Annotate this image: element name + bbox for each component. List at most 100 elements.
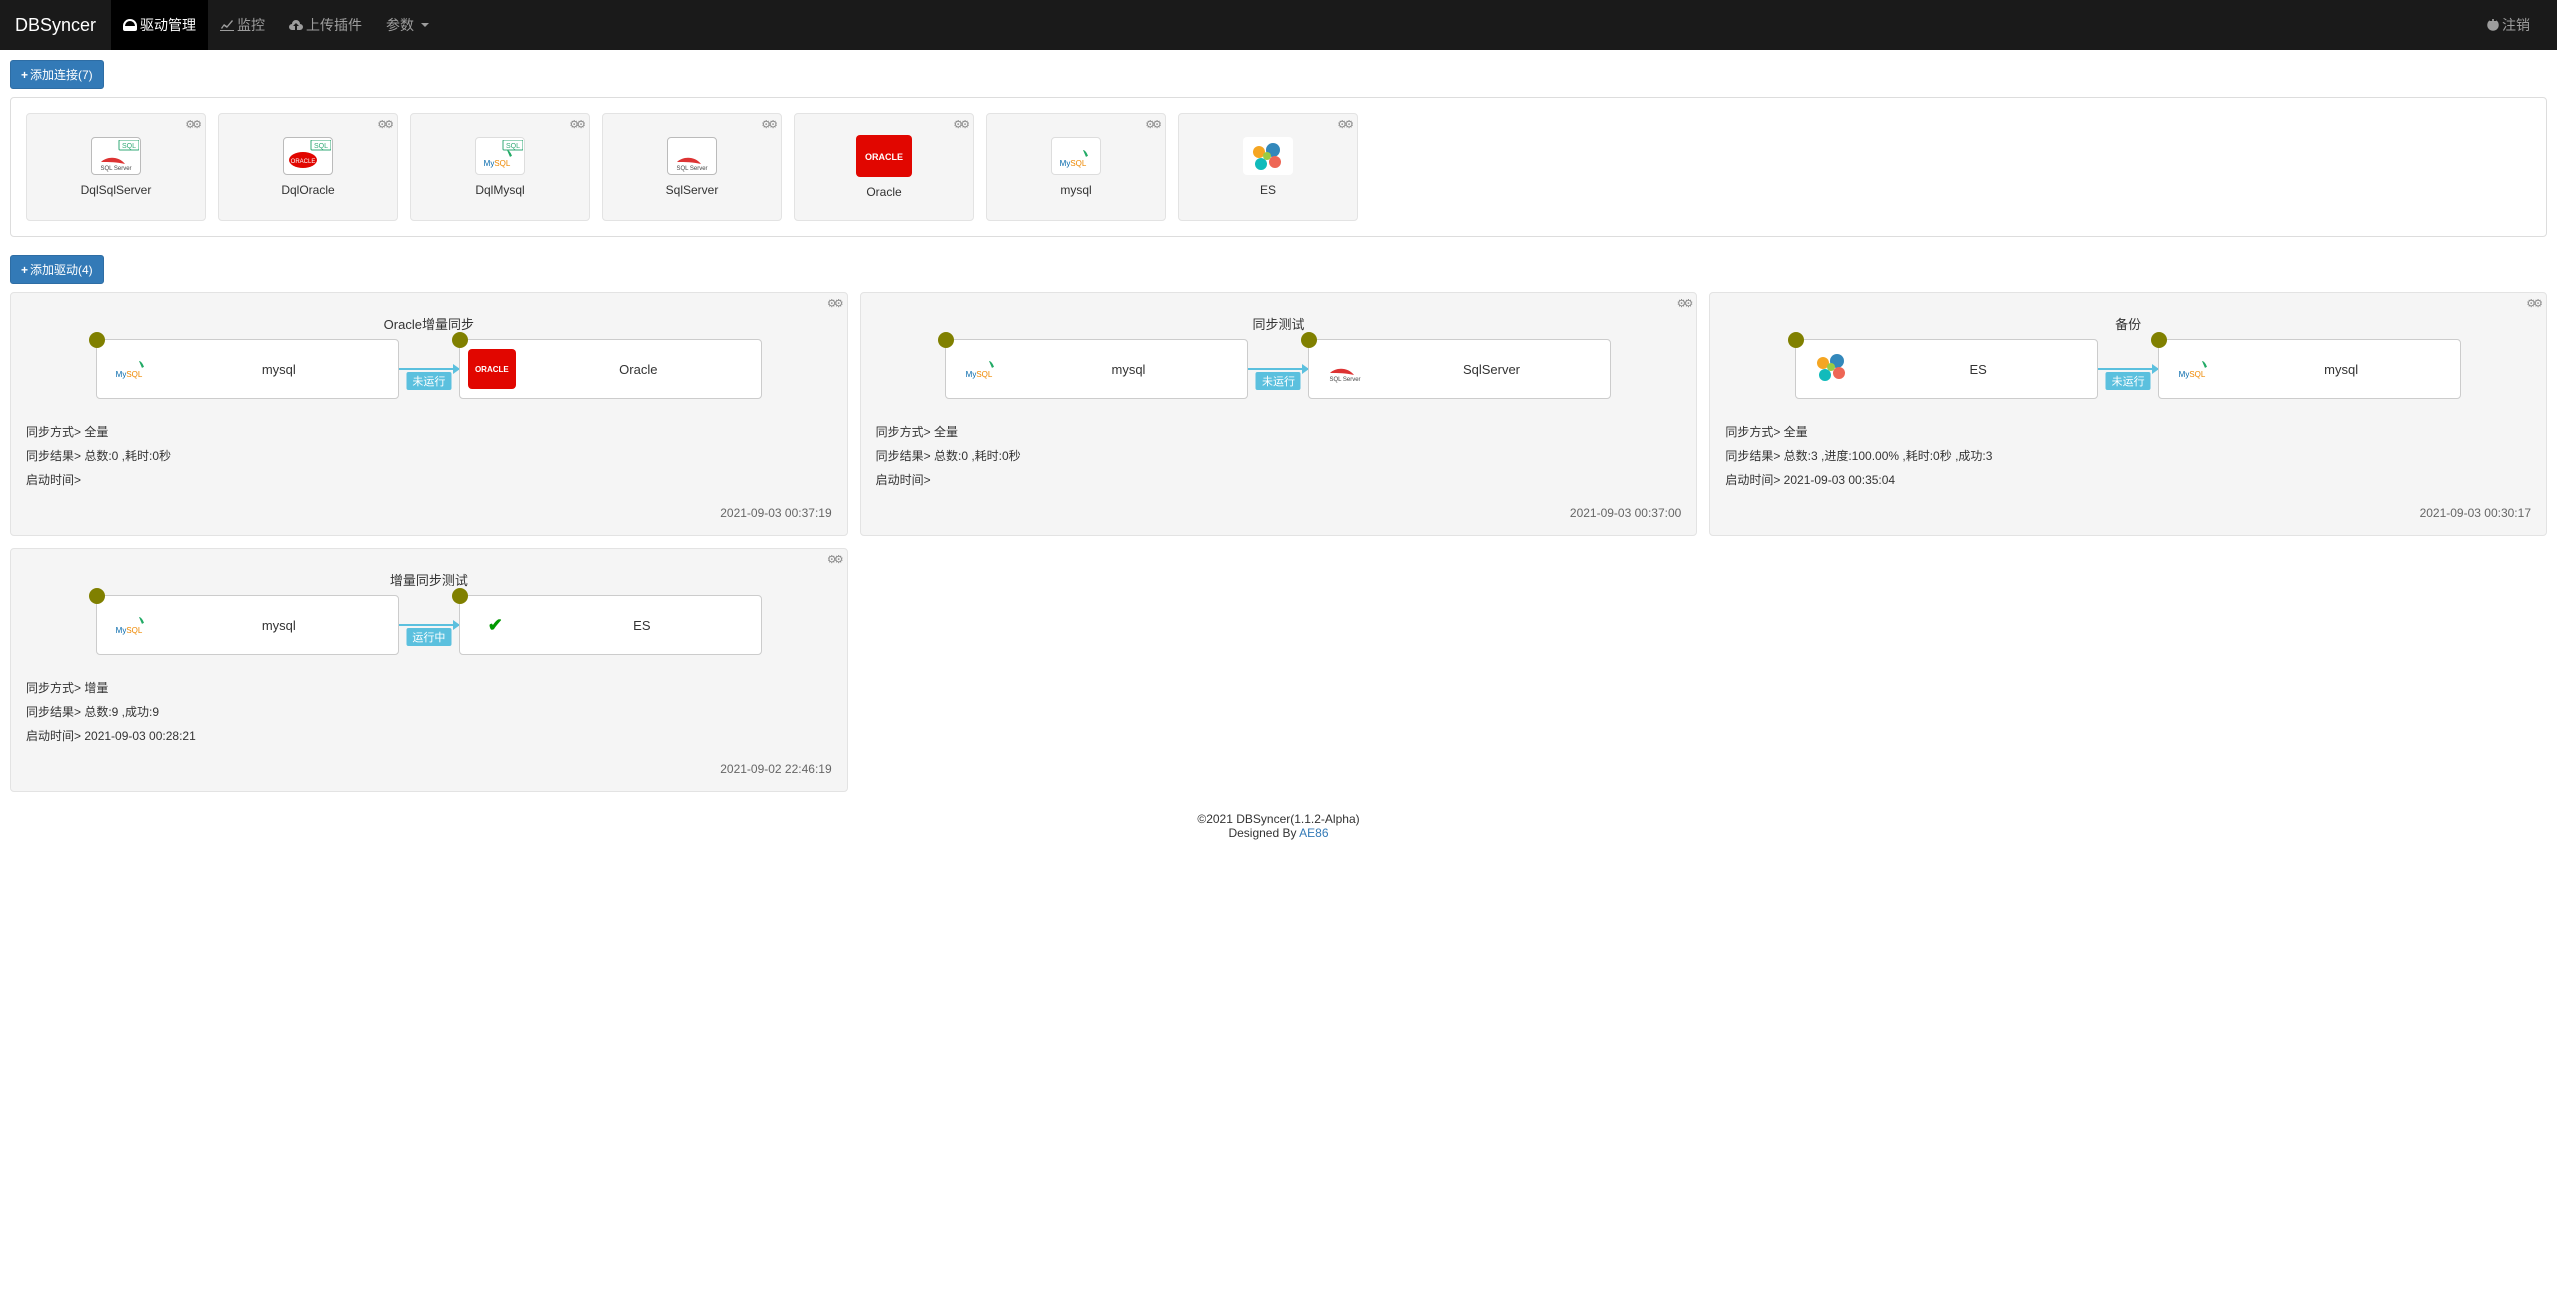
connection-card[interactable]: ⚙⚙ ES [1178, 113, 1358, 221]
svg-text:SQL Server: SQL Server [100, 166, 131, 172]
driver-timestamp: 2021-09-03 00:30:17 [1725, 506, 2531, 520]
start-time: 启动时间> 2021-09-03 00:28:21 [26, 727, 832, 744]
nav-label: 参数 [386, 15, 414, 35]
source-node[interactable]: MySQLmysql [945, 339, 1248, 399]
driver-card[interactable]: ⚙⚙ 同步测试 MySQLmysql 未运行 SQL ServerSqlServer 同步… [860, 292, 1698, 536]
arrow-icon [1248, 368, 1308, 370]
button-label: 添加驱动(4) [30, 261, 93, 278]
connection-card[interactable]: ⚙⚙SQLSQL ServerDqlSqlServer [26, 113, 206, 221]
nav-label: 驱动管理 [140, 15, 196, 35]
nav-label: 监控 [237, 15, 265, 35]
footer: ©2021 DBSyncer(1.1.2-Alpha) Designed By … [0, 802, 2557, 850]
gear-icon[interactable]: ⚙⚙ [377, 118, 391, 131]
brand[interactable]: DBSyncer [15, 15, 96, 36]
svg-text:MySQL: MySQL [484, 159, 511, 168]
svg-text:SQL: SQL [506, 143, 520, 150]
sync-result: 同步结果> 总数:9 ,成功:9 [26, 703, 832, 720]
dashboard-icon [123, 19, 137, 31]
target-node[interactable]: ORACLEOracle [459, 339, 762, 399]
target-node[interactable]: MySQLmysql [2158, 339, 2461, 399]
arrow-icon [399, 624, 459, 626]
connection-label: SqlServer [666, 183, 719, 197]
nav-label: 上传插件 [306, 15, 362, 35]
connections-panel: ⚙⚙ SQL SQL Server DqlSqlServer ⚙⚙SQLORACLEDq… [10, 97, 2547, 237]
drivers-panel: ⚙⚙ Oracle增量同步 MySQL mysql 未运行 ORACLEOracle 同步方… [10, 292, 2547, 792]
nav-upload-plugin[interactable]: 上传插件 [277, 0, 374, 50]
sync-mode: 同步方式> 全量 [876, 423, 1682, 440]
status-dot-icon [452, 588, 468, 604]
target-label: ES [523, 618, 761, 633]
button-label: 添加连接(7) [30, 66, 93, 83]
target-node[interactable]: ✔ES [459, 595, 762, 655]
nav-logout[interactable]: 注销 [2475, 0, 2542, 50]
gear-icon[interactable]: ⚙⚙ [827, 297, 841, 310]
connection-label: ES [1260, 183, 1276, 197]
nav-drive-mgmt[interactable]: 驱动管理 [111, 0, 208, 50]
run-status-badge: 运行中 [406, 628, 451, 646]
gear-icon[interactable]: ⚙⚙ [761, 118, 775, 131]
nav-label: 注销 [2502, 15, 2530, 35]
connection-label: Oracle [866, 185, 901, 199]
connection-card[interactable]: ⚙⚙ SQL MySQL DqlMysql [410, 113, 590, 221]
svg-text:SQL Server: SQL Server [1329, 377, 1360, 383]
connection-card[interactable]: ⚙⚙ ORACLE Oracle [794, 113, 974, 221]
driver-timestamp: 2021-09-03 00:37:19 [26, 506, 832, 520]
start-time: 启动时间> [876, 471, 1682, 488]
target-node[interactable]: SQL ServerSqlServer [1308, 339, 1611, 399]
status-dot-icon [452, 332, 468, 348]
svg-text:ORACLE: ORACLE [291, 159, 316, 165]
caret-down-icon [421, 23, 429, 27]
gear-icon[interactable]: ⚙⚙ [953, 118, 967, 131]
svg-text:ORACLE: ORACLE [865, 152, 903, 162]
connection-card[interactable]: ⚙⚙ SQL Server SqlServer [602, 113, 782, 221]
driver-title: Oracle增量同步 [26, 314, 832, 333]
gear-icon[interactable]: ⚙⚙ [185, 118, 199, 131]
start-time: 启动时间> 2021-09-03 00:35:04 [1725, 471, 2531, 488]
connection-label: mysql [1060, 183, 1091, 197]
gear-icon[interactable]: ⚙⚙ [569, 118, 583, 131]
run-status-badge: 未运行 [1256, 372, 1301, 390]
add-connection-button[interactable]: + 添加连接(7) [10, 60, 104, 89]
driver-timestamp: 2021-09-02 22:46:19 [26, 762, 832, 776]
nav-monitor[interactable]: 监控 [208, 0, 277, 50]
status-dot-icon [938, 332, 954, 348]
connection-card[interactable]: ⚙⚙MySQLmysql [986, 113, 1166, 221]
gear-icon[interactable]: ⚙⚙ [1145, 118, 1159, 131]
connection-label: DqlSqlServer [81, 183, 152, 197]
driver-title: 同步测试 [876, 314, 1682, 333]
svg-text:SQL Server: SQL Server [676, 166, 707, 172]
status-dot-icon [89, 588, 105, 604]
arrow-icon [399, 368, 459, 370]
source-label: mysql [160, 618, 398, 633]
source-label: mysql [1009, 362, 1247, 377]
driver-card[interactable]: ⚙⚙Oracle增量同步MySQLmysql未运行ORACLEOracle同步方… [10, 292, 848, 536]
source-node[interactable]: MySQLmysql [96, 339, 399, 399]
run-status-badge: 未运行 [2106, 372, 2151, 390]
chart-icon [220, 19, 234, 31]
source-node[interactable]: MySQL mysql [96, 595, 399, 655]
driver-card[interactable]: ⚙⚙备份ES未运行MySQLmysql同步方式> 全量同步结果> 总数:3 ,进… [1709, 292, 2547, 536]
gear-icon[interactable]: ⚙⚙ [827, 553, 841, 566]
connection-label: DqlMysql [475, 183, 524, 197]
status-dot-icon [89, 332, 105, 348]
nav-params[interactable]: 参数 [374, 0, 441, 50]
footer-designer-link[interactable]: AE86 [1299, 826, 1328, 840]
sync-mode: 同步方式> 全量 [1725, 423, 2531, 440]
add-driver-button[interactable]: + 添加驱动(4) [10, 255, 104, 284]
source-label: mysql [160, 362, 398, 377]
power-icon [2487, 19, 2499, 31]
start-time: 启动时间> [26, 471, 832, 488]
svg-text:MySQL: MySQL [116, 626, 143, 635]
driver-timestamp: 2021-09-03 00:37:00 [876, 506, 1682, 520]
gear-icon[interactable]: ⚙⚙ [2526, 297, 2540, 310]
driver-card[interactable]: ⚙⚙增量同步测试MySQLmysql运行中✔ES同步方式> 增量同步结果> 总数… [10, 548, 848, 792]
run-status-badge: 未运行 [406, 372, 451, 390]
cloud-upload-icon [289, 19, 303, 31]
status-dot-icon [1788, 332, 1804, 348]
arrow-icon [2098, 368, 2158, 370]
sync-result: 同步结果> 总数:0 ,耗时:0秒 [876, 447, 1682, 464]
connection-card[interactable]: ⚙⚙SQLORACLEDqlOracle [218, 113, 398, 221]
gear-icon[interactable]: ⚙⚙ [1677, 297, 1691, 310]
source-node[interactable]: ES [1795, 339, 2098, 399]
gear-icon[interactable]: ⚙⚙ [1337, 118, 1351, 131]
